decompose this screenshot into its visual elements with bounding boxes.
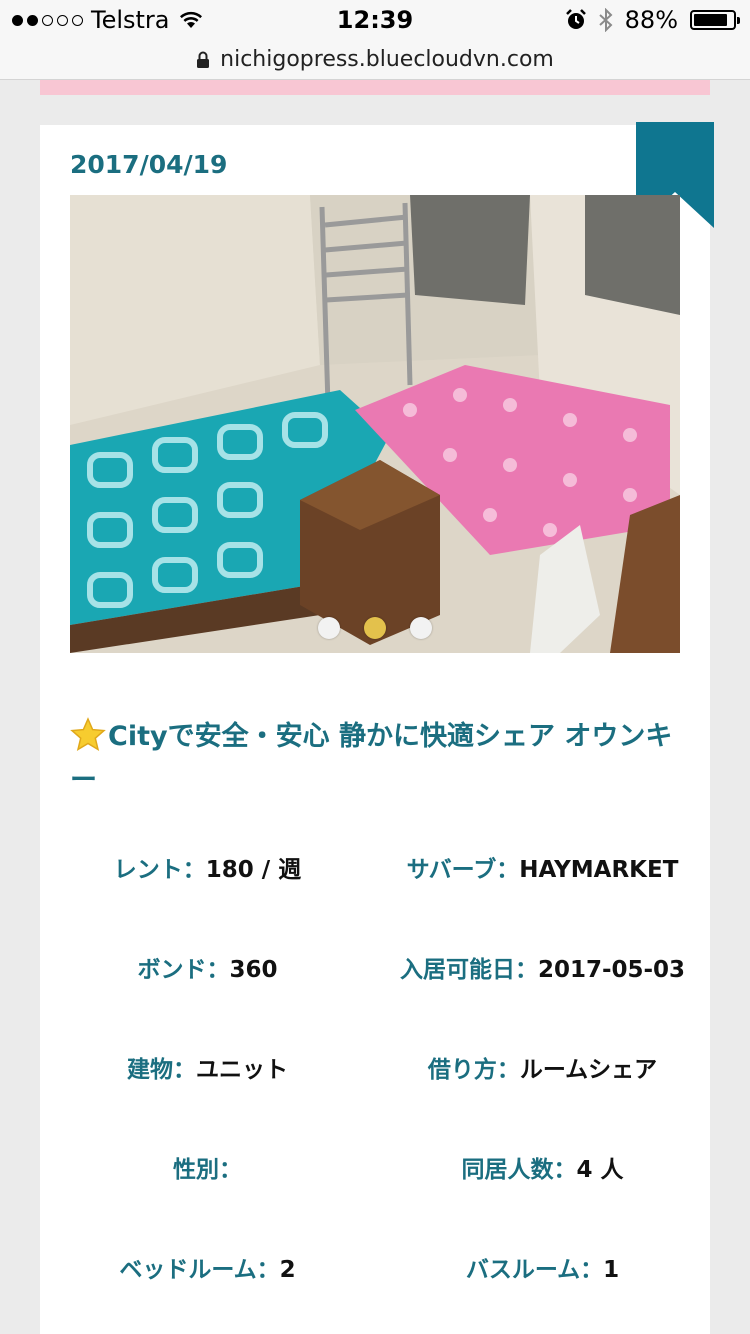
- top-band: [40, 80, 710, 95]
- slider-dot[interactable]: [410, 617, 432, 639]
- battery-percent: 88%: [624, 6, 678, 34]
- star-icon: [70, 717, 106, 752]
- spec-gender: 性別：: [40, 1150, 375, 1184]
- slider-dot[interactable]: [364, 617, 386, 639]
- slider-dot[interactable]: [318, 617, 340, 639]
- spec-suburb: サバーブ：HAYMARKET: [375, 850, 710, 884]
- spec-value: 4 人: [576, 1157, 624, 1183]
- spec-value: 2017-05-03: [537, 957, 686, 983]
- spec-label: 建物：: [127, 1057, 196, 1083]
- spec-move-in-date: 入居可能日：2017-05-03: [375, 950, 710, 984]
- spec-rental-type: 借り方：ルームシェア: [375, 1050, 710, 1084]
- spec-label: ボンド：: [137, 957, 230, 983]
- spec-value: 180 / 週: [205, 857, 302, 883]
- spec-value: 360: [229, 957, 278, 983]
- status-bar: Telstra 12:39 88%: [0, 0, 750, 40]
- spec-value: 2: [279, 1257, 296, 1283]
- room-photo-image: [70, 195, 680, 653]
- alarm-icon: [565, 9, 586, 29]
- spec-label: 同居人数：: [461, 1157, 577, 1183]
- spec-label: ベッドルーム：: [119, 1257, 280, 1283]
- slider-dots: [70, 617, 680, 639]
- spec-value: ユニット: [196, 1057, 288, 1083]
- spec-label: サバーブ：: [406, 857, 520, 883]
- post-date: 2017/04/19: [70, 150, 228, 179]
- spec-label: バスルーム：: [465, 1257, 604, 1283]
- spec-value: 1: [603, 1257, 620, 1283]
- spec-bedrooms: ベッドルーム：2: [40, 1250, 375, 1284]
- spec-bond: ボンド：360: [40, 950, 375, 984]
- address-bar[interactable]: nichigopress.bluecloudvn.com: [0, 40, 750, 80]
- listing-title-text: Cityで安全・安心 静かに快適シェア オウンキー: [70, 721, 673, 796]
- battery-icon: [690, 10, 740, 30]
- spec-rent: レント：180 / 週: [40, 850, 375, 884]
- spec-building: 建物：ユニット: [40, 1050, 375, 1084]
- spec-value: HAYMARKET: [519, 857, 679, 883]
- listing-title: Cityで安全・安心 静かに快適シェア オウンキー: [70, 715, 685, 803]
- spec-label: レント：: [113, 857, 206, 883]
- spec-value: ルームシェア: [519, 1057, 658, 1083]
- battery-level: [694, 14, 728, 26]
- room-photo[interactable]: [70, 195, 680, 653]
- spec-occupants: 同居人数：4 人: [375, 1150, 710, 1184]
- spec-label: 入居可能日：: [399, 957, 538, 983]
- listing-card: 2017/04/19 Cityで安全・安心 静かに快適シェア オウンキー レント…: [40, 122, 714, 1334]
- bluetooth-icon: [598, 8, 613, 32]
- spec-label: 借り方：: [427, 1057, 520, 1083]
- lock-icon: [197, 51, 210, 68]
- spec-label: 性別：: [173, 1157, 242, 1183]
- spec-bathrooms: バスルーム：1: [375, 1250, 710, 1284]
- url-text: nichigopress.bluecloudvn.com: [220, 47, 554, 72]
